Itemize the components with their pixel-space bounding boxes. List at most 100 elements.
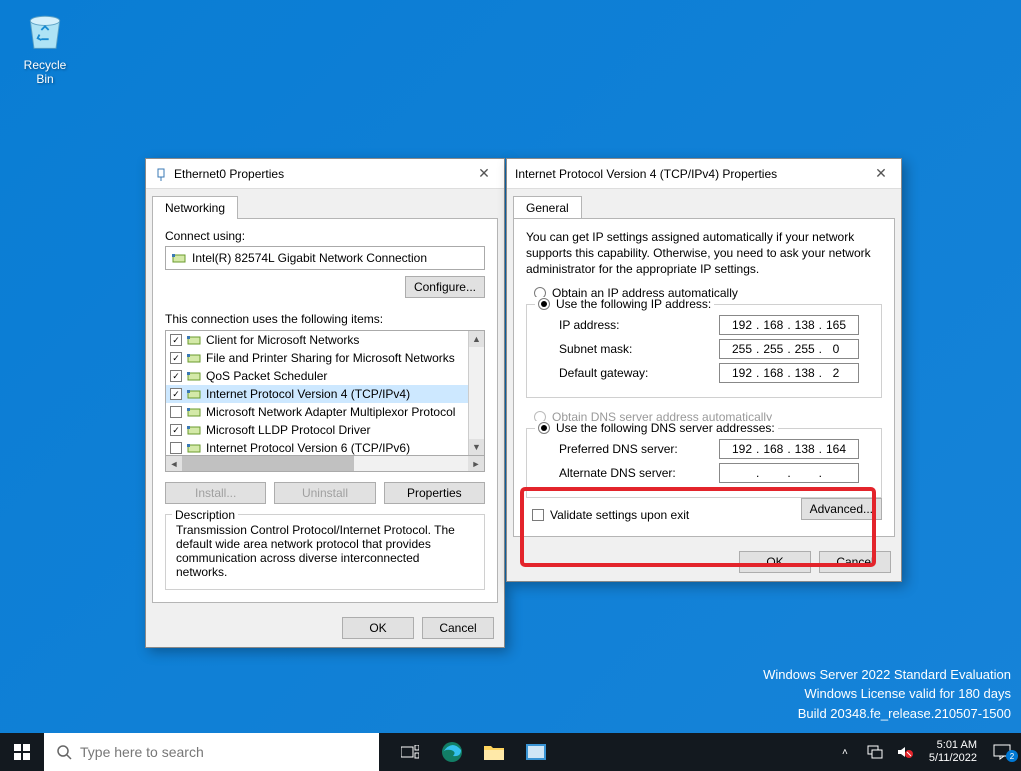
adapter-name: Intel(R) 82574L Gigabit Network Connecti… (192, 251, 427, 265)
protocol-icon (187, 334, 201, 346)
tray-network[interactable] (865, 745, 885, 759)
list-item-label: QoS Packet Scheduler (206, 369, 327, 383)
checkbox-icon[interactable] (170, 334, 182, 346)
checkbox-icon[interactable] (170, 352, 182, 364)
nic-icon (172, 252, 186, 264)
search-placeholder: Type here to search (80, 744, 204, 760)
list-item[interactable]: File and Printer Sharing for Microsoft N… (166, 349, 468, 367)
cancel-button[interactable]: Cancel (422, 617, 494, 639)
explorer-button[interactable] (473, 733, 515, 771)
radio-icon (538, 422, 550, 434)
install-button[interactable]: Install... (165, 482, 266, 504)
tray-chevron[interactable]: ˄ (835, 747, 855, 758)
checkbox-icon[interactable] (170, 424, 182, 436)
recycle-bin[interactable]: Recycle Bin (15, 8, 75, 86)
tray-clock[interactable]: 5:01 AM 5/11/2022 (929, 739, 977, 765)
radio-use-dns[interactable]: Use the following DNS server addresses: (535, 421, 873, 435)
dialog-title: Ethernet0 Properties (174, 167, 472, 181)
subnet-mask-field[interactable]: 255.255.255.0 (719, 339, 859, 359)
list-item-label: Microsoft Network Adapter Multiplexor Pr… (206, 405, 455, 419)
list-item[interactable]: Microsoft LLDP Protocol Driver (166, 421, 468, 439)
checkbox-icon[interactable] (170, 442, 182, 454)
close-button[interactable]: ✕ (869, 165, 893, 182)
uninstall-button[interactable]: Uninstall (274, 482, 375, 504)
scroll-up-icon[interactable]: ▲ (469, 331, 484, 347)
list-item[interactable]: Client for Microsoft Networks (166, 331, 468, 349)
protocol-icon (187, 424, 201, 436)
list-item[interactable]: Internet Protocol Version 4 (TCP/IPv4) (166, 385, 468, 403)
vertical-scrollbar[interactable]: ▲ ▼ (468, 331, 484, 455)
list-item-label: File and Printer Sharing for Microsoft N… (206, 351, 455, 365)
windows-icon (14, 744, 30, 760)
volume-icon (897, 745, 913, 759)
description-text: Transmission Control Protocol/Internet P… (176, 523, 474, 579)
configure-button[interactable]: Configure... (405, 276, 485, 298)
gateway-field[interactable]: 192.168.138.2 (719, 363, 859, 383)
network-icon (867, 745, 883, 759)
list-item[interactable]: Internet Protocol Version 6 (TCP/IPv6) (166, 439, 468, 455)
alt-dns-label: Alternate DNS server: (559, 466, 719, 480)
tray-volume[interactable] (895, 745, 915, 759)
cancel-button[interactable]: Cancel (819, 551, 891, 573)
scroll-left-icon[interactable]: ◄ (166, 456, 182, 471)
connect-using-label: Connect using: (165, 229, 485, 243)
checkbox-icon[interactable] (170, 370, 182, 382)
scroll-right-icon[interactable]: ► (468, 456, 484, 471)
list-item-label: Client for Microsoft Networks (206, 333, 359, 347)
list-item[interactable]: QoS Packet Scheduler (166, 367, 468, 385)
list-item-label: Microsoft LLDP Protocol Driver (206, 423, 371, 437)
protocol-icon (187, 388, 201, 400)
protocol-icon (187, 442, 201, 454)
search-input[interactable]: Type here to search (44, 733, 379, 771)
preferred-dns-field[interactable]: 192.168.138.164 (719, 439, 859, 459)
notification-badge: 2 (1006, 750, 1018, 762)
properties-button[interactable]: Properties (384, 482, 485, 504)
ok-button[interactable]: OK (342, 617, 414, 639)
ok-button[interactable]: OK (739, 551, 811, 573)
search-icon (56, 744, 72, 760)
edge-button[interactable] (431, 733, 473, 771)
alternate-dns-field[interactable]: ... (719, 463, 859, 483)
task-view-button[interactable] (389, 733, 431, 771)
protocol-icon (187, 352, 201, 364)
app-button[interactable] (515, 733, 557, 771)
ip-address-field[interactable]: 192.168.138.165 (719, 315, 859, 335)
items-label: This connection uses the following items… (165, 312, 485, 326)
ethernet-icon (154, 167, 168, 181)
tab-general[interactable]: General (513, 196, 582, 219)
advanced-button[interactable]: Advanced... (801, 498, 882, 520)
recycle-bin-icon (23, 8, 67, 52)
horizontal-scrollbar[interactable]: ◄ ► (165, 456, 485, 472)
start-button[interactable] (0, 733, 44, 771)
close-button[interactable]: ✕ (472, 165, 496, 182)
desktop-watermark: Windows Server 2022 Standard Evaluation … (763, 665, 1011, 724)
chevron-up-icon: ˄ (842, 747, 848, 758)
ipv4-properties-dialog: Internet Protocol Version 4 (TCP/IPv4) P… (506, 158, 902, 582)
recycle-bin-label: Recycle Bin (15, 58, 75, 86)
radio-icon (538, 298, 550, 310)
window-icon (526, 744, 546, 760)
protocol-icon (187, 406, 201, 418)
radio-use-ip[interactable]: Use the following IP address: (535, 297, 873, 311)
task-view-icon (401, 745, 419, 759)
gateway-label: Default gateway: (559, 366, 719, 380)
protocol-icon (187, 370, 201, 382)
mask-label: Subnet mask: (559, 342, 719, 356)
dialog-title: Internet Protocol Version 4 (TCP/IPv4) P… (515, 167, 869, 181)
list-item-label: Internet Protocol Version 4 (TCP/IPv4) (206, 387, 410, 401)
scroll-down-icon[interactable]: ▼ (469, 439, 484, 455)
checkbox-icon (532, 509, 544, 521)
edge-icon (441, 741, 463, 763)
folder-icon (484, 744, 504, 760)
checkbox-icon[interactable] (170, 406, 182, 418)
tab-networking[interactable]: Networking (152, 196, 238, 219)
checkbox-icon[interactable] (170, 388, 182, 400)
items-list[interactable]: Client for Microsoft Networks File and Pr… (166, 331, 468, 455)
adapter-field[interactable]: Intel(R) 82574L Gigabit Network Connecti… (165, 246, 485, 270)
tray-notifications[interactable]: 2 (989, 744, 1015, 760)
ethernet-properties-dialog: Ethernet0 Properties ✕ Networking Connec… (145, 158, 505, 648)
taskbar: Type here to search ˄ (0, 733, 1021, 771)
instructions-text: You can get IP settings assigned automat… (526, 229, 882, 278)
list-item[interactable]: Microsoft Network Adapter Multiplexor Pr… (166, 403, 468, 421)
pref-dns-label: Preferred DNS server: (559, 442, 719, 456)
